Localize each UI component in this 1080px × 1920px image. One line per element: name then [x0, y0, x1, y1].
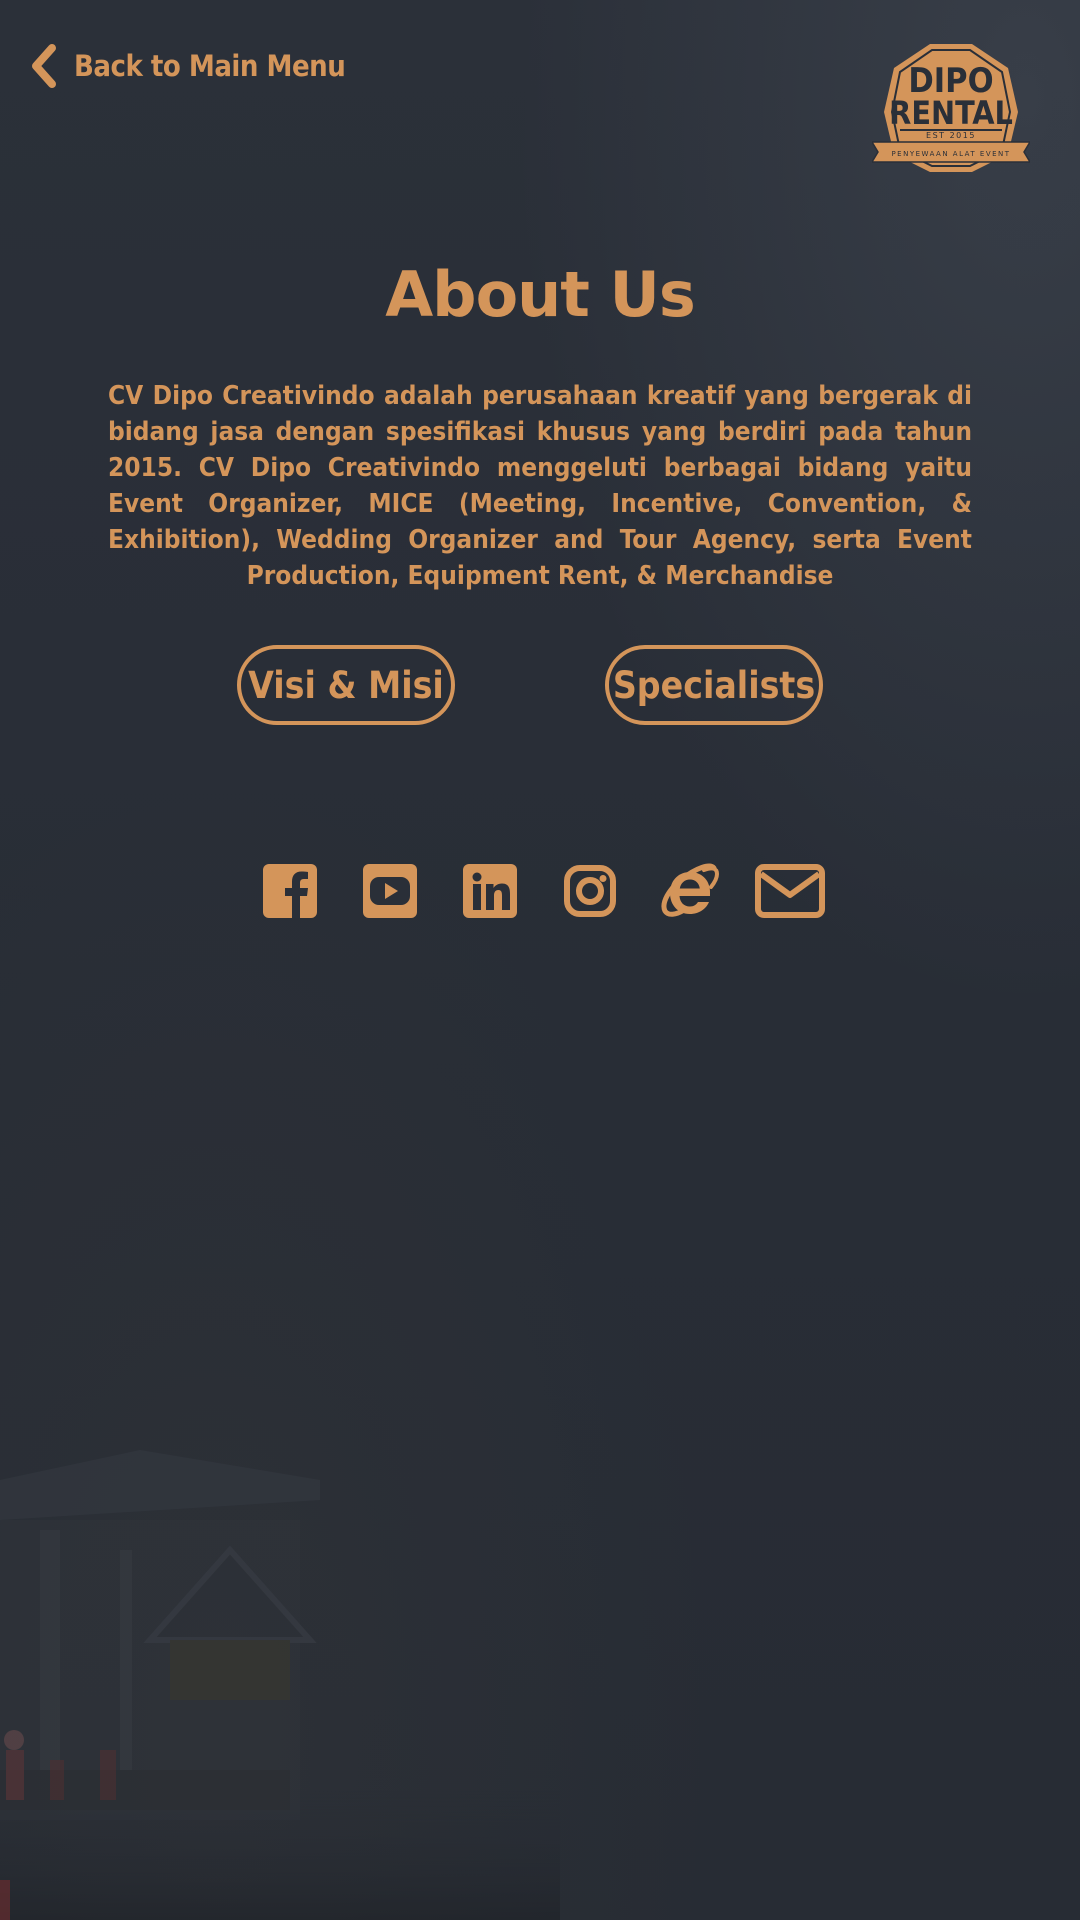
chevron-left-icon [32, 44, 56, 88]
instagram-icon[interactable] [562, 862, 618, 920]
about-description: CV Dipo Creativindo adalah perusahaan kr… [108, 381, 972, 591]
dipo-rental-logo[interactable]: DIPO RENTAL EST 2015 PENYEWAAN ALAT EVEN… [872, 42, 1030, 174]
internet-explorer-icon[interactable] [660, 862, 720, 920]
back-link-label: Back to Main Menu [74, 49, 346, 83]
back-to-main-menu-link[interactable]: Back to Main Menu [28, 40, 346, 92]
logo-line2: RENTAL [889, 94, 1013, 132]
visi-misi-button[interactable]: Visi & Misi [237, 645, 455, 725]
youtube-icon[interactable] [362, 862, 418, 920]
facebook-icon[interactable] [262, 862, 318, 920]
email-icon[interactable] [754, 862, 826, 920]
linkedin-icon[interactable] [462, 862, 518, 920]
social-links [0, 862, 1080, 920]
logo-est: EST 2015 [926, 131, 976, 140]
venue-background-photo [0, 1450, 560, 1920]
logo-tagline: PENYEWAAN ALAT EVENT [891, 150, 1010, 158]
page-title: About Us [385, 258, 696, 331]
specialists-button[interactable]: Specialists [605, 645, 823, 725]
